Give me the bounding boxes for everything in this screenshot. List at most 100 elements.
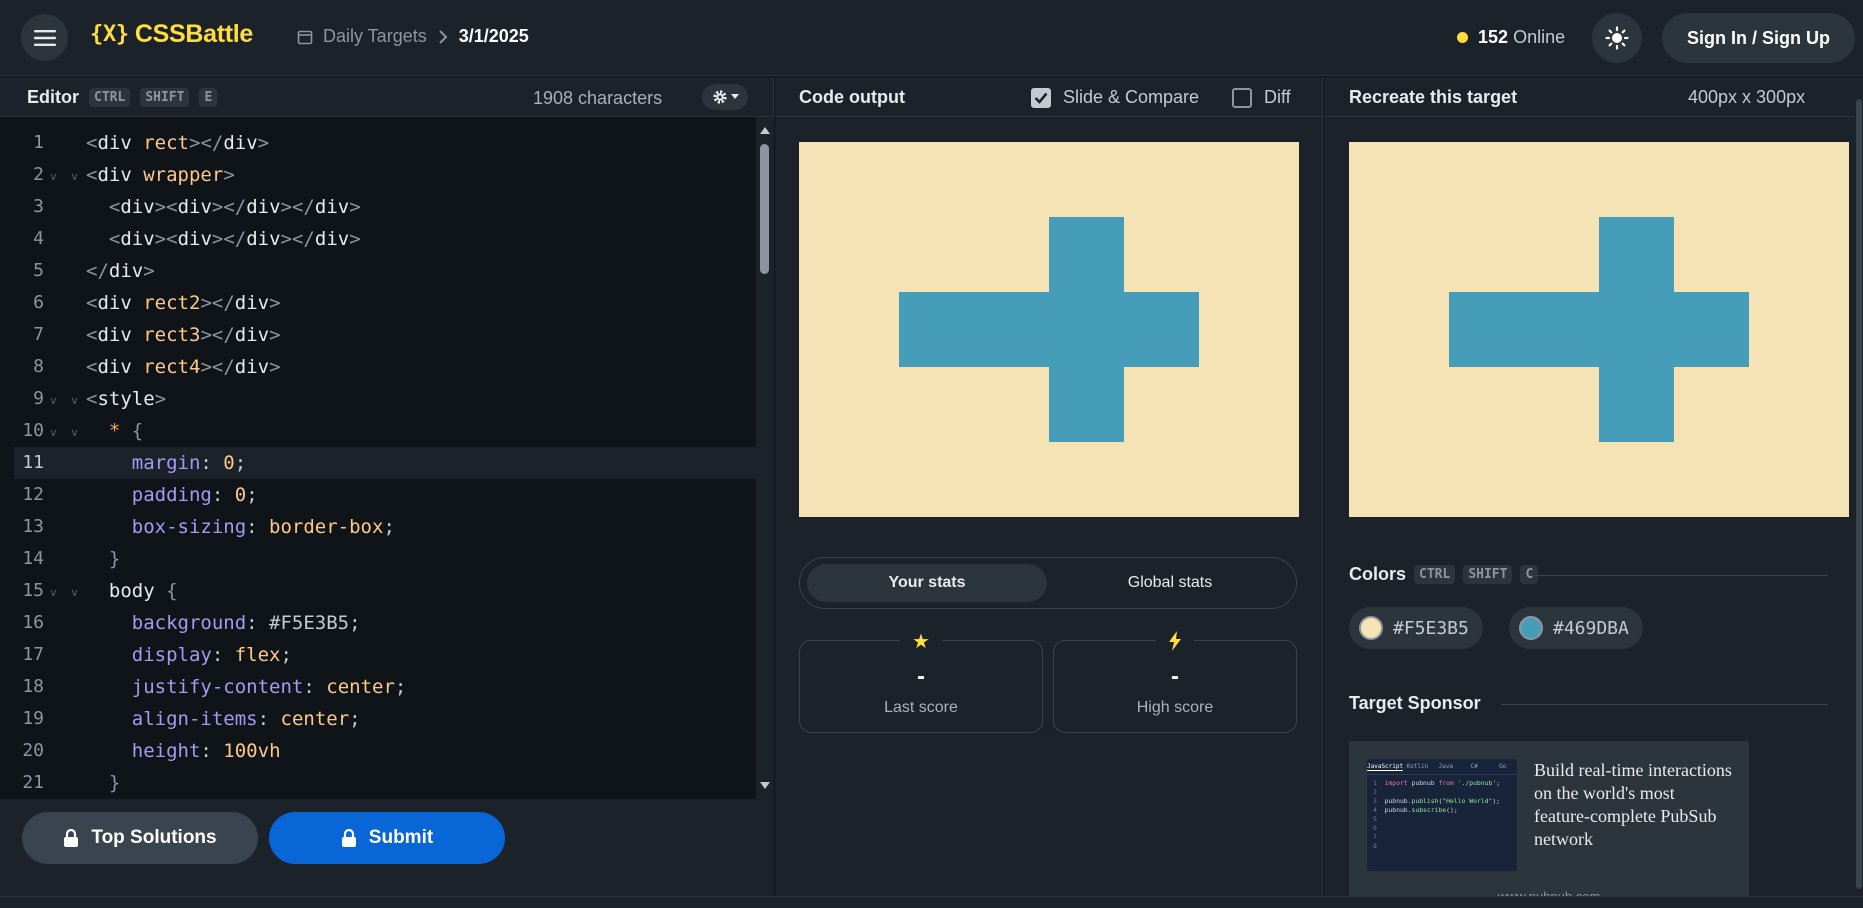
page-scrollbar[interactable] <box>1855 77 1863 897</box>
scroll-down-icon[interactable] <box>760 782 770 789</box>
code-line: 15 v v body { <box>0 575 756 607</box>
fold-icon[interactable]: v v <box>50 417 82 449</box>
code-line: 4 <div><div></div></div> <box>0 223 756 255</box>
line-number: 4 <box>33 228 44 249</box>
scroll-up-icon[interactable] <box>760 127 770 134</box>
line-number: 8 <box>33 356 44 377</box>
breadcrumb-current-date: 3/1/2025 <box>458 26 529 46</box>
code-line: 7 <div rect3></div> <box>0 319 756 351</box>
line-number: 12 <box>22 484 44 505</box>
online-label: Online <box>1513 27 1566 47</box>
code-line-active: 11 margin: 0; <box>14 447 756 479</box>
tab-global-stats[interactable]: Global stats <box>1050 564 1290 602</box>
sponsor-card[interactable]: JavaScript Kotlin Java C# Go 1 import pu… <box>1349 741 1749 908</box>
scrollbar-thumb[interactable] <box>760 144 769 274</box>
calendar-icon <box>297 30 313 44</box>
sign-in-button[interactable]: Sign In / Sign Up <box>1662 13 1855 63</box>
output-preview-canvas[interactable] <box>799 142 1299 517</box>
code-editor[interactable]: 1 <div rect></div> 2v v <div wrapper> 3 <d… <box>0 117 756 799</box>
submit-button[interactable]: Submit <box>269 812 505 864</box>
shortcut-key: CTRL <box>89 88 131 107</box>
target-title: Recreate this target <box>1349 87 1518 107</box>
line-number: 14 <box>22 548 44 569</box>
code-line: 1 <div rect></div> <box>0 127 756 159</box>
code-line: 8 <div rect4></div> <box>0 351 756 383</box>
logo-text: CSSBattle <box>134 20 254 48</box>
code-line: 20 height: 100vh <box>0 735 756 767</box>
output-header: Code output Slide & Compare Diff <box>775 77 1322 117</box>
lightning-icon <box>1156 629 1194 652</box>
line-number: 16 <box>22 612 44 633</box>
shortcut-key: SHIFT <box>140 88 190 107</box>
line-number: 13 <box>22 516 44 537</box>
line-number: 15 <box>22 580 44 601</box>
last-score-value: - <box>917 663 925 690</box>
sponsor-tab: Go <box>1499 763 1507 770</box>
color-swatch <box>1519 616 1543 640</box>
editor-footer: Top Solutions Submit <box>0 799 774 908</box>
code-line: 9v v <style> <box>0 383 756 415</box>
menu-button[interactable] <box>21 14 68 61</box>
checkbox-icon[interactable] <box>1232 87 1252 108</box>
line-number: 7 <box>33 324 44 345</box>
high-score-value: - <box>1171 663 1179 690</box>
diff-label: Diff <box>1264 87 1291 107</box>
code-line: 16 background: #F5E3B5; <box>0 607 756 639</box>
shortcut-key: E <box>199 88 218 107</box>
hamburger-menu-icon <box>33 29 56 46</box>
high-score-label: High score <box>1136 699 1214 716</box>
output-title: Code output <box>799 87 905 107</box>
editor-title: Editor CTRL SHIFT E <box>27 87 218 108</box>
sponsor-tab: Java <box>1438 763 1454 770</box>
diff-toggle[interactable]: Diff <box>1232 87 1291 108</box>
code-line: 19 align-items: center; <box>0 703 756 735</box>
divider <box>1535 575 1828 576</box>
editor-settings-button[interactable] <box>702 84 748 110</box>
line-number: 20 <box>22 740 44 761</box>
line-number: 6 <box>33 292 44 313</box>
top-solutions-button[interactable]: Top Solutions <box>22 812 258 864</box>
code-line: 2v v <div wrapper> <box>0 159 756 191</box>
fold-icon[interactable]: v v <box>50 577 82 609</box>
color-hex: #F5E3B5 <box>1393 617 1469 639</box>
fold-icon[interactable]: v v <box>50 385 82 417</box>
last-score-label: Last score <box>884 699 958 716</box>
editor-panel: Editor CTRL SHIFT E 1908 characters 1 <di… <box>0 77 774 908</box>
tab-your-stats[interactable]: Your stats <box>807 564 1047 602</box>
lock-icon <box>64 828 79 847</box>
online-status: 152 Online <box>1457 27 1565 48</box>
divider <box>1501 704 1828 705</box>
code-line: 12 padding: 0; <box>0 479 756 511</box>
colors-title: Colors CTRL SHIFT C <box>1349 564 1539 585</box>
slide-compare-toggle[interactable]: Slide & Compare <box>1031 87 1199 108</box>
sponsor-code-image: JavaScript Kotlin Java C# Go 1 import pu… <box>1367 759 1517 871</box>
line-number: 2 <box>33 164 44 185</box>
shortcut-key: SHIFT <box>1463 565 1513 584</box>
checkbox-icon[interactable] <box>1031 87 1051 108</box>
top-header: {X} CSSBattle Daily Targets 3/1/2025 152… <box>0 0 1863 76</box>
editor-scrollbar[interactable] <box>756 117 774 799</box>
logo-mark: {X} <box>90 22 129 47</box>
cssbattle-logo[interactable]: {X} CSSBattle <box>90 20 253 49</box>
last-score-card: ★ - Last score <box>799 629 1043 733</box>
target-panel: Recreate this target 400px x 300px Color… <box>1324 77 1863 908</box>
sponsor-tab: Kotlin <box>1406 763 1429 770</box>
gear-icon <box>712 90 727 104</box>
code-line: 10 v v * { <box>0 415 756 447</box>
breadcrumb-daily-targets[interactable]: Daily Targets <box>323 26 427 47</box>
code-line: 3 <div><div></div></div> <box>0 191 756 223</box>
top-solutions-label: Top Solutions <box>91 827 217 848</box>
character-count: 1908 characters <box>533 88 663 108</box>
code-line: 14 } <box>0 543 756 575</box>
page-scrollbar-thumb[interactable] <box>1856 99 1862 889</box>
color-hex: #469DBA <box>1553 617 1629 639</box>
sponsor-title: Target Sponsor <box>1349 693 1481 713</box>
online-dot-icon <box>1457 32 1468 43</box>
editor-title-text: Editor <box>27 87 79 107</box>
theme-toggle-button[interactable] <box>1592 13 1642 63</box>
color-chip[interactable]: #469DBA <box>1509 607 1643 649</box>
line-number: 10 <box>22 420 44 441</box>
fold-icon[interactable]: v v <box>50 161 82 193</box>
color-chip[interactable]: #F5E3B5 <box>1349 607 1483 649</box>
target-image[interactable] <box>1349 142 1849 517</box>
